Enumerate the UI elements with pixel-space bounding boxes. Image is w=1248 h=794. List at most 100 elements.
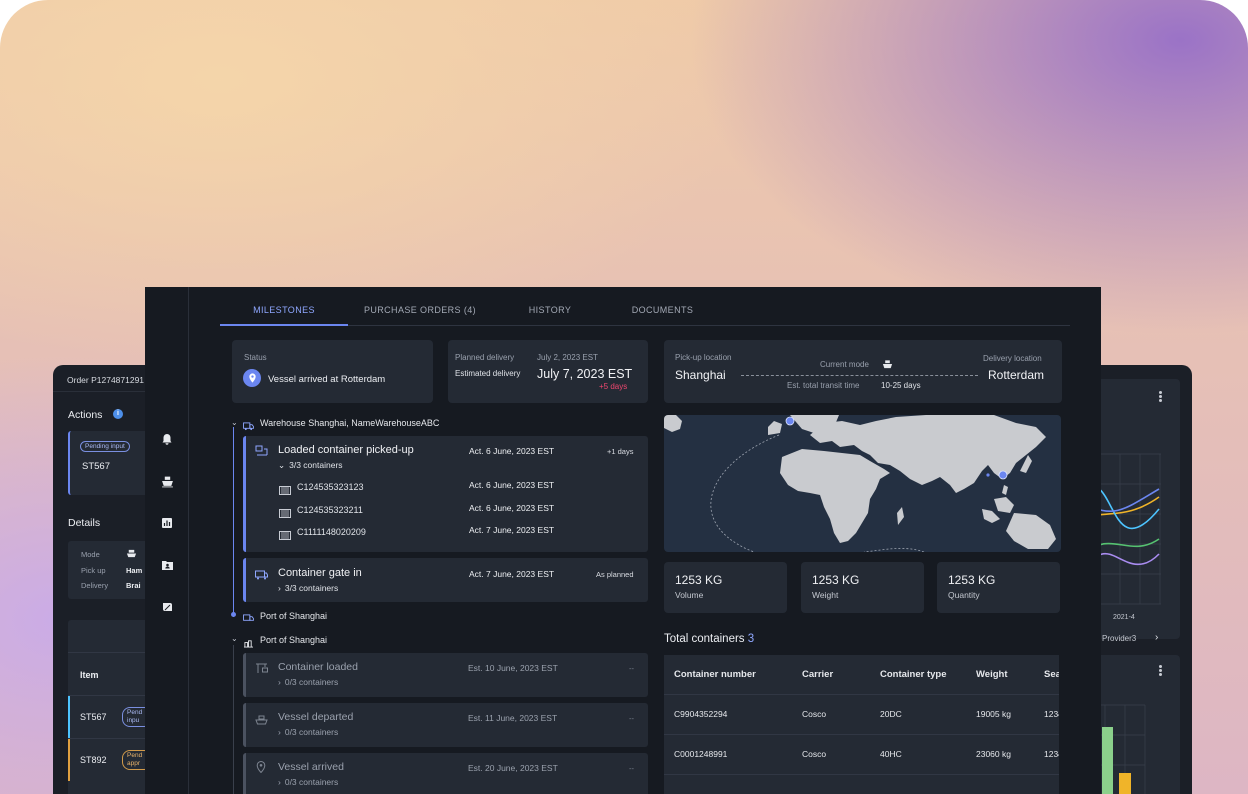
table-header-row: Container number Carrier Container type … — [664, 655, 1059, 695]
chevron-right-icon: › — [278, 777, 281, 787]
milestone-status: -- — [629, 764, 634, 773]
route-line — [741, 375, 978, 376]
cell-container-type: 20DC — [870, 694, 966, 735]
legend-item-provider3[interactable]: Provider3 — [1095, 634, 1136, 643]
cell-container-number: C9904352294 — [664, 694, 792, 735]
total-containers-heading: Total containers 3 — [664, 633, 755, 645]
delivery-card: Planned delivery July 2, 2023 EST Estima… — [448, 340, 648, 403]
tab-documents[interactable]: DOCUMENTS — [605, 298, 720, 326]
x-tick-label: 2021-4 — [1113, 614, 1135, 621]
bell-icon[interactable] — [159, 431, 175, 447]
chevron-right-icon: › — [278, 677, 281, 687]
row-item: ST567 — [80, 712, 107, 722]
chevron-down-icon: ⌄ — [278, 460, 286, 470]
milestone-title: Container gate in — [278, 567, 362, 579]
detail-pickup-label: Pick up — [81, 566, 106, 575]
truck-icon — [243, 418, 254, 436]
planned-delivery-value: July 2, 2023 EST — [537, 353, 598, 362]
info-icon[interactable]: i — [113, 409, 123, 419]
transit-time-label: Est. total transit time — [787, 381, 860, 390]
col-container-type[interactable]: Container type — [870, 655, 966, 695]
more-options-icon[interactable] — [1159, 391, 1163, 403]
milestone-container-gate-in[interactable]: Container gate in › 3/3 containers Act. 7… — [243, 558, 648, 602]
contact-folder-icon[interactable] — [159, 557, 175, 573]
location-pin-icon — [256, 760, 266, 778]
ship-icon — [126, 548, 137, 559]
col-carrier[interactable]: Carrier — [792, 655, 870, 695]
container-date: Act. 6 June, 2023 EST — [469, 503, 555, 513]
estimated-delivery-label: Estimated delivery — [455, 369, 521, 378]
milestone-date: Act. 7 June, 2023 EST — [469, 569, 555, 579]
chevron-right-icon[interactable]: › — [1155, 632, 1158, 643]
delivery-location-value: Rotterdam — [988, 368, 1045, 382]
milestone-title: Loaded container picked-up — [278, 444, 414, 456]
vessel-icon — [255, 712, 268, 730]
pending-input-badge: Pending input — [80, 441, 130, 452]
containers-table: Container number Carrier Container type … — [664, 655, 1059, 794]
col-seal[interactable]: Sea — [1034, 655, 1059, 695]
detail-mode-label: Mode — [81, 550, 100, 559]
chart-icon[interactable] — [159, 515, 175, 531]
transit-time-value: 10-25 days — [881, 381, 921, 390]
milestone-containers[interactable]: ⌄ 3/3 containers — [278, 460, 343, 471]
status-label: Status — [244, 353, 267, 362]
cell-container-type: 40HC — [870, 734, 966, 775]
detail-pickup-value: Ham — [126, 566, 143, 575]
cell-weight: 19005 kg — [966, 694, 1034, 735]
container-id: C124535323123 — [297, 482, 364, 492]
chevron-down-icon[interactable]: ⌄ — [231, 418, 238, 427]
tab-history[interactable]: HISTORY — [505, 298, 595, 326]
ship-icon — [882, 357, 893, 375]
milestone-vessel-departed[interactable]: Vessel departed › 0/3 containers Est. 11 … — [243, 703, 648, 747]
gate-icon — [255, 567, 268, 585]
delivery-location-label: Delivery location — [983, 354, 1042, 363]
shipment-window: MILESTONES PURCHASE ORDERS (4) HISTORY D… — [145, 287, 1101, 794]
action-item-label: ST567 — [82, 461, 110, 472]
tab-bar: MILESTONES PURCHASE ORDERS (4) HISTORY D… — [220, 298, 1070, 326]
tab-milestones[interactable]: MILESTONES — [220, 298, 348, 326]
more-options-icon[interactable] — [1159, 665, 1163, 677]
stat-value: 1253 KG — [948, 573, 996, 587]
stat-value: 1253 KG — [812, 573, 860, 587]
route-map[interactable] — [664, 415, 1061, 552]
milestone-containers[interactable]: › 0/3 containers — [278, 777, 338, 787]
cell-carrier: Cosco — [792, 734, 870, 775]
container-id: C1111148020209 — [297, 527, 366, 537]
container-date: Act. 7 June, 2023 EST — [469, 525, 555, 535]
delivery-delay: +5 days — [599, 382, 628, 391]
table-row[interactable]: C9904352294 Cosco 20DC 19005 kg 1234 — [664, 694, 1059, 735]
milestone-loaded-container[interactable]: Loaded container picked-up ⌄ 3/3 containe… — [243, 436, 648, 552]
milestone-containers[interactable]: › 0/3 containers — [278, 677, 338, 687]
cell-carrier: Cosco — [792, 694, 870, 735]
milestone-vessel-arrived[interactable]: Vessel arrived › 0/3 containers Est. 20 J… — [243, 753, 648, 794]
cell-seal: 1234 — [1034, 734, 1059, 775]
chevron-down-icon[interactable]: ⌄ — [231, 634, 238, 643]
chevron-right-icon: › — [278, 583, 281, 593]
cell-seal: 1234 — [1034, 694, 1059, 735]
milestone-containers[interactable]: › 3/3 containers — [278, 583, 338, 593]
col-container-number[interactable]: Container number — [664, 655, 792, 695]
actions-heading: Actions — [68, 409, 103, 421]
estimated-delivery-value: July 7, 2023 EST — [537, 367, 633, 381]
container-icon — [279, 482, 291, 500]
milestone-containers[interactable]: › 0/3 containers — [278, 727, 338, 737]
pickup-location-value: Shanghai — [675, 368, 726, 382]
milestone-container-loaded[interactable]: Container loaded › 0/3 containers Est. 10… — [243, 653, 648, 697]
milestone-status: As planned — [596, 570, 634, 579]
milestone-title: Container loaded — [278, 661, 358, 673]
table-row[interactable] — [664, 774, 1059, 794]
milestone-delay: +1 days — [607, 447, 634, 456]
ship-icon[interactable] — [159, 473, 175, 489]
leaf-icon[interactable] — [159, 599, 175, 615]
milestone-date: Est. 11 June, 2023 EST — [468, 713, 558, 723]
milestone-title: Vessel arrived — [278, 761, 344, 773]
status-value: Vessel arrived at Rotterdam — [268, 374, 386, 385]
section-warehouse-shanghai: Warehouse Shanghai, NameWarehouseABC — [260, 418, 440, 428]
bar — [1102, 727, 1113, 794]
col-weight[interactable]: Weight — [966, 655, 1034, 695]
route-card: Pick-up location Shanghai Current mode E… — [664, 340, 1062, 403]
row-item: ST892 — [80, 755, 107, 765]
order-title: Order P1274871291 — [67, 375, 145, 385]
table-row[interactable]: C0001248991 Cosco 40HC 23060 kg 1234 — [664, 734, 1059, 775]
tab-purchase-orders[interactable]: PURCHASE ORDERS (4) — [355, 298, 485, 326]
